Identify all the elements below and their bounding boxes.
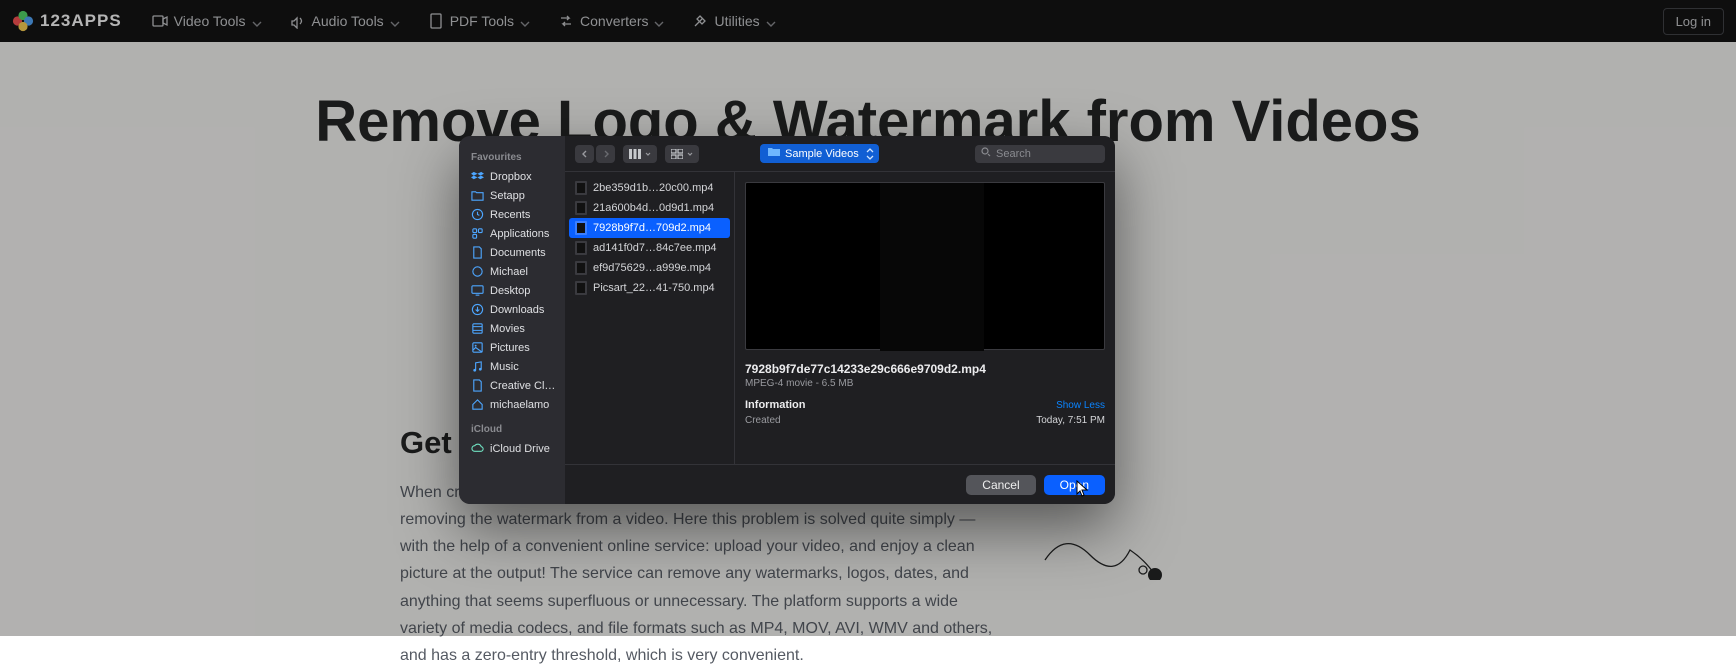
file-item[interactable]: ad141f0d7…84c7ee.mp4 [569, 238, 730, 258]
video-file-icon [575, 241, 587, 255]
file-open-dialog: Favourites Dropbox Setapp Recents Applic… [459, 136, 1115, 504]
dialog-footer: Cancel Open [565, 464, 1115, 504]
group-button[interactable] [665, 145, 699, 163]
search-input[interactable]: Search [975, 145, 1105, 163]
sidebar-item-label: Applications [490, 228, 549, 240]
doc-icon [471, 379, 484, 392]
location-dropdown[interactable]: Sample Videos [760, 144, 879, 163]
open-button[interactable]: Open [1044, 475, 1105, 495]
sidebar-item-pictures[interactable]: Pictures [471, 338, 565, 357]
sidebar-item-label: Setapp [490, 190, 525, 202]
sidebar-item-label: Desktop [490, 285, 530, 297]
updown-icon [865, 148, 875, 160]
file-item-selected[interactable]: 7928b9f7d…709d2.mp4 [569, 218, 730, 238]
video-file-icon [575, 181, 587, 195]
apps-icon [471, 227, 484, 240]
dialog-toolbar: Sample Videos Search [565, 136, 1115, 172]
sidebar-item-label: Creative Cl… [490, 380, 555, 392]
circle-icon [471, 265, 484, 278]
pictures-icon [471, 341, 484, 354]
nav-back-forward [575, 145, 615, 163]
download-icon [471, 303, 484, 316]
sidebar-item-creative[interactable]: Creative Cl… [471, 376, 565, 395]
dialog-body: 2be359d1b…20c00.mp4 21a600b4d…0d9d1.mp4 … [565, 172, 1115, 464]
file-name: ef9d75629…a999e.mp4 [593, 262, 711, 274]
sidebar-item-label: Movies [490, 323, 525, 335]
preview-pane: 7928b9f7de77c14233e29c666e9709d2.mp4 MPE… [735, 172, 1115, 464]
preview-meta: 7928b9f7de77c14233e29c666e9709d2.mp4 MPE… [745, 352, 1105, 426]
file-name: 2be359d1b…20c00.mp4 [593, 182, 713, 194]
file-name: 21a600b4d…0d9d1.mp4 [593, 202, 714, 214]
folder-icon [768, 147, 780, 160]
sidebar-item-desktop[interactable]: Desktop [471, 281, 565, 300]
preview-thumbnail-wrap [745, 180, 1105, 352]
preview-desc: MPEG-4 movie - 6.5 MB [745, 378, 1105, 389]
sidebar-item-documents[interactable]: Documents [471, 243, 565, 262]
video-file-icon [575, 281, 587, 295]
back-button[interactable] [575, 145, 594, 163]
show-less-link[interactable]: Show Less [1056, 400, 1105, 411]
home-icon [471, 398, 484, 411]
cloud-icon [471, 442, 484, 455]
video-file-icon [575, 201, 587, 215]
sidebar-item-home[interactable]: michaelamo [471, 395, 565, 414]
file-item[interactable]: 21a600b4d…0d9d1.mp4 [569, 198, 730, 218]
sidebar-item-dropbox[interactable]: Dropbox [471, 167, 565, 186]
sidebar-item-label: Dropbox [490, 171, 532, 183]
file-list: 2be359d1b…20c00.mp4 21a600b4d…0d9d1.mp4 … [565, 172, 735, 464]
info-heading: Information [745, 399, 806, 411]
sidebar-item-michael[interactable]: Michael [471, 262, 565, 281]
file-item[interactable]: ef9d75629…a999e.mp4 [569, 258, 730, 278]
sidebar-item-downloads[interactable]: Downloads [471, 300, 565, 319]
forward-button[interactable] [596, 145, 615, 163]
movies-icon [471, 322, 484, 335]
file-item[interactable]: 2be359d1b…20c00.mp4 [569, 178, 730, 198]
file-name: Picsart_22…41-750.mp4 [593, 282, 715, 294]
doc-icon [471, 246, 484, 259]
dropbox-icon [471, 170, 484, 183]
sidebar-item-label: Documents [490, 247, 546, 259]
desktop-icon [471, 284, 484, 297]
sidebar-item-label: iCloud Drive [490, 443, 550, 455]
search-icon [981, 147, 991, 160]
file-name: ad141f0d7…84c7ee.mp4 [593, 242, 717, 254]
folder-icon [471, 189, 484, 202]
sidebar-item-label: Music [490, 361, 519, 373]
music-icon [471, 360, 484, 373]
sidebar-item-movies[interactable]: Movies [471, 319, 565, 338]
sidebar-header-icloud: iCloud [471, 424, 565, 435]
cancel-button[interactable]: Cancel [966, 475, 1035, 495]
sidebar-item-music[interactable]: Music [471, 357, 565, 376]
created-value: Today, 7:51 PM [1036, 415, 1105, 426]
location-label: Sample Videos [785, 148, 859, 160]
sidebar-item-label: Recents [490, 209, 530, 221]
clock-icon [471, 208, 484, 221]
dialog-main: Sample Videos Search 2be359d1b…20c00.mp4… [565, 136, 1115, 504]
sidebar-item-label: Pictures [490, 342, 530, 354]
view-columns-button[interactable] [623, 145, 657, 163]
dialog-sidebar: Favourites Dropbox Setapp Recents Applic… [459, 136, 565, 504]
preview-filename: 7928b9f7de77c14233e29c666e9709d2.mp4 [745, 362, 1105, 376]
video-file-icon [575, 261, 587, 275]
sidebar-item-setapp[interactable]: Setapp [471, 186, 565, 205]
sidebar-item-label: Michael [490, 266, 528, 278]
file-item[interactable]: Picsart_22…41-750.mp4 [569, 278, 730, 298]
search-placeholder: Search [996, 148, 1031, 160]
sidebar-header-favourites: Favourites [471, 152, 565, 163]
sidebar-item-label: michaelamo [490, 399, 549, 411]
sidebar-item-applications[interactable]: Applications [471, 224, 565, 243]
file-name: 7928b9f7d…709d2.mp4 [593, 222, 711, 234]
created-label: Created [745, 415, 781, 426]
sidebar-item-label: Downloads [490, 304, 544, 316]
preview-thumbnail [745, 182, 1105, 350]
video-file-icon [575, 221, 587, 235]
sidebar-item-recents[interactable]: Recents [471, 205, 565, 224]
sidebar-item-icloud-drive[interactable]: iCloud Drive [471, 439, 565, 458]
